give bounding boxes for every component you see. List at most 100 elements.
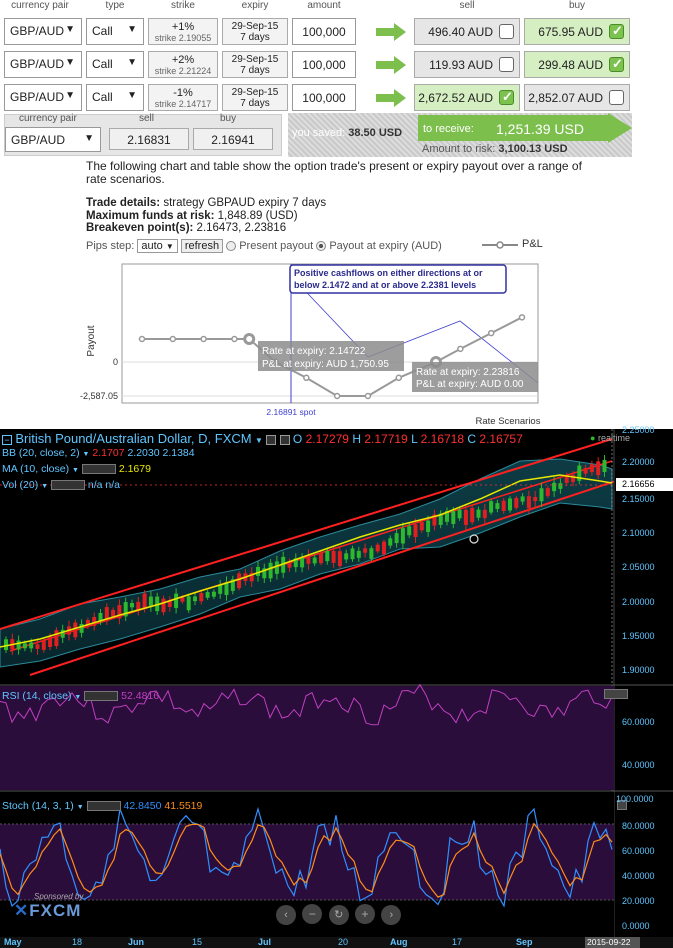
pair-select-2[interactable]: GBP/AUD ▼	[4, 51, 82, 78]
chevron-down-icon[interactable]: ▼	[74, 694, 81, 701]
spot-pair-label: currency pair	[19, 113, 77, 124]
expiry-payout-radio[interactable]	[316, 241, 327, 252]
pane-buttons-rsi[interactable]	[604, 689, 628, 699]
sell-checkbox-3[interactable]	[499, 89, 514, 105]
sell-checkbox-1[interactable]	[499, 24, 514, 39]
settings-icon[interactable]	[84, 691, 119, 702]
expiry-field-2[interactable]: 29-Sep-15 7 days	[222, 51, 288, 78]
amount-field-3[interactable]: 100,000	[292, 84, 356, 111]
candle	[602, 459, 607, 473]
type-select-3[interactable]: Call ▼	[86, 84, 144, 111]
buy-checkbox-1[interactable]	[609, 23, 624, 39]
candle	[508, 498, 512, 511]
risk-text: Amount to risk: 3,100.13 USD	[422, 143, 568, 155]
candle	[41, 640, 46, 650]
settings-icon[interactable]	[266, 434, 277, 445]
ohlc-c-label: C	[467, 432, 477, 446]
vol-label: Vol (20)	[2, 479, 39, 491]
candle	[205, 592, 210, 598]
strike-field-2[interactable]: +2% strike 2.21224	[148, 51, 218, 78]
payoff-point	[169, 335, 177, 343]
ohlc-l-label: L	[411, 432, 418, 446]
sell-value: 496.40 AUD	[428, 25, 493, 39]
date-axis-label: Jun	[128, 937, 145, 947]
chevron-down-icon[interactable]: ▼	[83, 451, 90, 458]
saved-label: you saved:	[292, 127, 346, 139]
expiry-field-3[interactable]: 29-Sep-15 7 days	[222, 84, 288, 111]
candle	[413, 524, 418, 538]
pair-select-3[interactable]: GBP/AUD ▼	[4, 84, 82, 111]
max-risk-label: Maximum funds at risk:	[86, 209, 215, 222]
present-payout-radio[interactable]	[226, 241, 237, 252]
vol-value: n/a n/a	[87, 479, 121, 491]
spot-buy-label: buy	[220, 113, 237, 124]
rsi-axis-label: 60.0000	[622, 717, 655, 727]
candle	[161, 598, 166, 613]
pips-select[interactable]: auto ▼	[137, 239, 178, 253]
candle	[463, 509, 468, 525]
ma-indicator-label: MA (10, close) ▼ 2.1679	[2, 463, 151, 475]
settings-icon-2[interactable]	[279, 434, 290, 445]
date-axis-label: May	[4, 937, 22, 947]
chevron-down-icon[interactable]: ▼	[72, 467, 79, 474]
buy-value: 675.95 AUD	[538, 25, 603, 39]
pair-select-1[interactable]: GBP/AUD ▼	[4, 18, 82, 45]
expiry-field-1[interactable]: 29-Sep-15 7 days	[222, 18, 288, 45]
candle	[388, 538, 393, 546]
sell-price-1[interactable]: 496.40 AUD	[414, 18, 520, 45]
amount-field-1[interactable]: 100,000	[292, 18, 356, 45]
reset-button[interactable]: ↻	[328, 905, 349, 925]
payoff-point	[333, 392, 341, 400]
chevron-down-icon[interactable]: ▼	[41, 483, 48, 490]
buy-value: 299.48 AUD	[538, 58, 603, 72]
strike-value: strike 2.14717	[154, 99, 212, 109]
buy-checkbox-3[interactable]	[609, 90, 624, 105]
buy-checkbox-2[interactable]	[609, 56, 624, 72]
collapse-icon[interactable]: −	[2, 434, 12, 445]
refresh-button[interactable]: refresh	[180, 239, 224, 253]
trade-value: strategy GBPAUD expiry 7 days	[160, 197, 327, 209]
tooltip-2-pl: P&L at expiry: AUD 0.00	[416, 379, 524, 390]
chevron-down-icon[interactable]: ▼	[255, 436, 263, 445]
settings-icon[interactable]	[50, 480, 85, 491]
buy-price-2[interactable]: 299.48 AUD	[524, 51, 630, 78]
candle	[520, 496, 525, 502]
scroll-right-button[interactable]: ›	[381, 905, 402, 925]
payoff-point	[231, 335, 238, 343]
pair-value: GBP/AUD	[10, 57, 65, 71]
tooltip-breakeven-low: Rate at expiry: 2.14722 P&L at expiry: A…	[258, 341, 404, 371]
payoff-point	[457, 345, 464, 353]
settings-icon[interactable]	[81, 464, 116, 475]
type-select-1[interactable]: Call ▼	[86, 18, 144, 45]
risk-label: Amount to risk:	[422, 143, 496, 155]
rsi-label: RSI (14, close)	[2, 690, 72, 702]
payoff-point	[138, 335, 146, 343]
chevron-down-icon[interactable]: ▼	[77, 804, 84, 811]
settings-icon[interactable]	[86, 801, 121, 812]
buy-price-1[interactable]: 675.95 AUD	[524, 18, 630, 45]
payoff-chart: Payout 0 -2,587.05 2.16891 spot Rate Sce…	[80, 263, 541, 427]
type-select-2[interactable]: Call ▼	[86, 51, 144, 78]
amount-field-2[interactable]: 100,000	[292, 51, 356, 78]
sell-price-3[interactable]: 2,672.52 AUD	[414, 84, 520, 111]
candle	[199, 592, 204, 602]
scroll-left-button[interactable]: ‹	[276, 905, 296, 925]
candle	[394, 533, 399, 544]
payoff-ylabel: Payout	[86, 325, 97, 356]
zoom-out-button[interactable]: −	[302, 904, 323, 924]
sell-checkbox-2[interactable]	[499, 57, 514, 72]
ohlc-l: 2.16718	[420, 432, 465, 446]
strike-field-1[interactable]: +1% strike 2.19055	[148, 18, 218, 45]
legend-pl-label: P&L	[522, 238, 543, 250]
price-axis-top: 2.25000	[622, 425, 655, 435]
zoom-in-button[interactable]: +	[355, 904, 376, 924]
buy-price-3[interactable]: 2,852.07 AUD	[524, 84, 630, 111]
sell-price-2[interactable]: 119.93 AUD	[414, 51, 520, 78]
strike-field-3[interactable]: -1% strike 2.14717	[148, 84, 218, 111]
callout-line-1: Positive cashflows on either directions …	[294, 268, 483, 278]
brand-logo: ✕FXCM	[14, 901, 81, 921]
candle	[22, 643, 27, 649]
spot-pair-select[interactable]: GBP/AUD ▼	[5, 127, 101, 152]
chevron-down-icon: ▼	[65, 90, 75, 101]
candle	[274, 561, 279, 574]
